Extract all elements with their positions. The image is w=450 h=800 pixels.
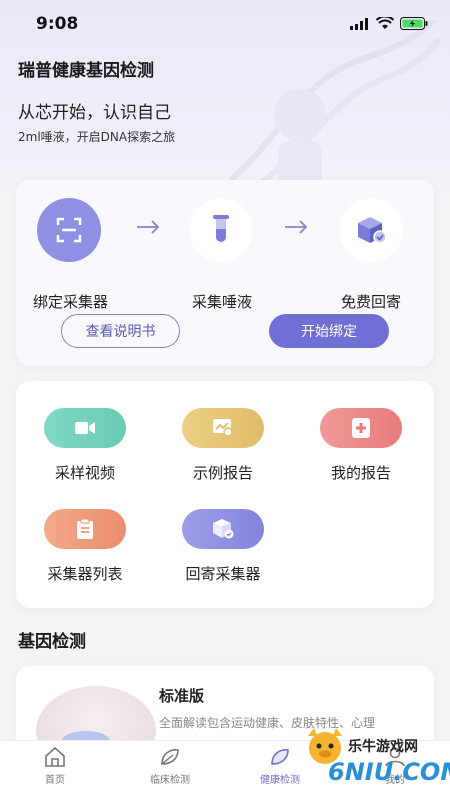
scan-icon [56,217,82,243]
status-bar: 9:08 [0,0,450,50]
hero-subline: 2ml唾液，开启DNA探索之旅 [18,130,176,144]
page-title: 瑞普健康基因检测 [18,61,154,81]
step-bind-collector[interactable]: 绑定采集器 [33,198,108,311]
step-circle [37,198,101,262]
product-title: 标准版 [159,687,205,705]
start-binding-button[interactable]: 开始绑定 [269,314,389,348]
menu-item-collector-list[interactable]: 采集器列表 [35,509,135,584]
view-manual-button[interactable]: 查看说明书 [61,314,180,348]
status-icons [350,17,428,30]
arrow-right-icon [285,220,308,234]
tab-label: 健康检测 [260,775,300,786]
menu-pill [182,509,264,549]
report-chart-icon [213,419,233,437]
step-label: 采集唾液 [192,293,253,311]
signal-icon [350,17,368,30]
menu-grid-card: 采样视频 示例报告 我的报告 采集器列表 回寄采集器 [16,381,434,608]
leaf-icon [161,749,179,765]
menu-pill [44,408,126,448]
menu-label: 示例报告 [192,464,253,482]
step-label: 绑定采集器 [33,293,109,311]
menu-label: 采样视频 [54,464,115,482]
home-icon [45,747,65,767]
tab-label: 首页 [45,775,65,786]
status-time: 9:08 [36,14,79,34]
medical-report-icon [352,418,370,438]
section-title: 基因检测 [18,632,86,652]
wifi-icon [376,17,394,29]
leaf-active-icon [271,749,289,765]
hero-headline: 从芯开始，认识自己 [18,103,171,123]
step-collect-saliva[interactable]: 采集唾液 [186,198,256,311]
watermark-brand: 6NIU.COM [328,758,450,786]
package-return-icon [213,519,234,539]
menu-label: 我的报告 [330,464,391,482]
menu-item-sample-video[interactable]: 采样视频 [35,408,135,483]
clipboard-list-icon [77,519,93,539]
menu-label: 回寄采集器 [185,565,261,583]
step-label: 免费回寄 [341,293,402,311]
menu-item-sample-report[interactable]: 示例报告 [173,408,273,483]
step-circle [339,198,403,262]
binding-steps-card: 绑定采集器 采集唾液 免费回寄 查看说明书 开始绑定 [16,180,434,366]
watermark-text: 乐牛游戏网 [348,739,418,755]
menu-pill [320,408,402,448]
test-tube-icon [213,215,229,242]
step-free-return[interactable]: 免费回寄 [336,198,406,311]
menu-item-my-report[interactable]: 我的报告 [311,408,411,483]
menu-label: 采集器列表 [47,565,123,583]
menu-item-return-collector[interactable]: 回寄采集器 [173,509,273,584]
arrow-right-icon [137,220,160,234]
tab-clinical[interactable]: 临床检测 [125,747,215,786]
watermark: 乐牛游戏网 6NIU.COM [300,720,450,800]
battery-icon [400,17,428,30]
menu-pill [44,509,126,549]
package-icon [358,217,387,244]
menu-pill [182,408,264,448]
step-circle [189,198,253,262]
tab-label: 临床检测 [150,775,190,786]
video-camera-icon [75,422,95,434]
tab-home[interactable]: 首页 [10,747,100,786]
